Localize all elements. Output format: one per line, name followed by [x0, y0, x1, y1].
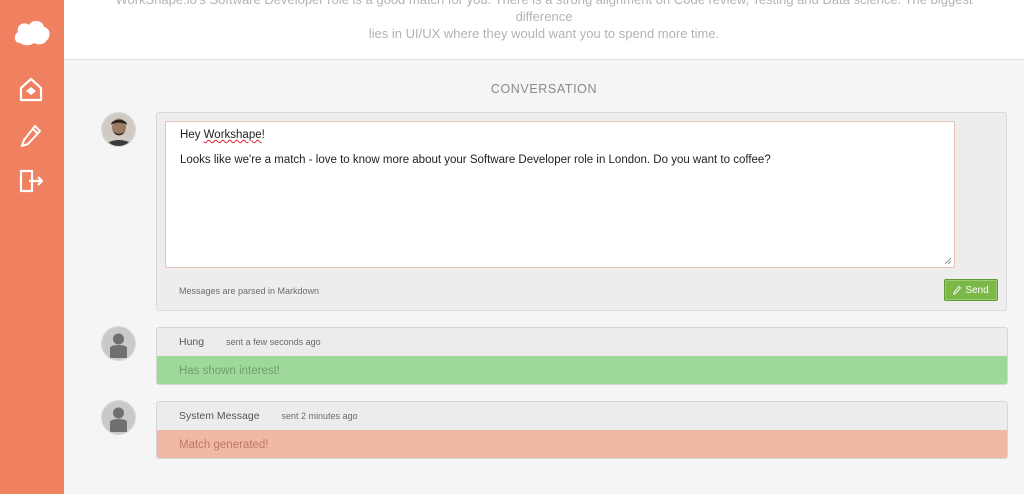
- message-author: Hung: [179, 336, 205, 348]
- logout-icon[interactable]: [17, 167, 45, 195]
- greeting-name: Workshape: [203, 129, 262, 141]
- pencil-icon: [953, 285, 962, 295]
- pencil-icon[interactable]: [17, 122, 45, 150]
- message-card: System Message sent 2 minutes ago Match …: [156, 401, 1008, 459]
- user-avatar: [101, 112, 136, 147]
- greeting-suffix: !: [261, 129, 265, 141]
- message-header: System Message sent 2 minutes ago: [157, 402, 1007, 430]
- match-summary-text: WorkShape.io's Software Developer role i…: [94, 0, 994, 42]
- message-card: Hung sent a few seconds ago Has shown in…: [156, 327, 1008, 385]
- hung-avatar: [101, 326, 136, 361]
- message-text: Match generated!: [157, 430, 1007, 458]
- message-greeting: Hey Workshape!: [180, 129, 940, 141]
- message-header: Hung sent a few seconds ago: [157, 328, 1007, 356]
- logo-icon[interactable]: [12, 16, 52, 48]
- message-body: Looks like we're a match - love to know …: [180, 154, 771, 166]
- match-summary-line-1: WorkShape.io's Software Developer role i…: [115, 0, 972, 24]
- match-summary-panel: WorkShape.io's Software Developer role i…: [64, 0, 1024, 60]
- conversation-title: CONVERSATION: [490, 82, 598, 96]
- person-placeholder-icon: [102, 401, 135, 434]
- match-summary-line-2: lies in UI/UX where they would want you …: [368, 26, 720, 41]
- greeting-prefix: Hey: [180, 129, 204, 141]
- system-avatar: [101, 400, 136, 435]
- resize-grip-icon[interactable]: [944, 257, 952, 265]
- compose-panel: Hey Workshape! Looks like we're a match …: [156, 112, 1007, 311]
- message-time: sent a few seconds ago: [226, 337, 321, 347]
- person-placeholder-icon: [102, 327, 135, 360]
- send-button[interactable]: Send: [944, 279, 998, 301]
- user-photo-icon: [102, 113, 135, 146]
- message-time: sent 2 minutes ago: [281, 411, 358, 421]
- sidebar: [0, 0, 64, 494]
- message-author: System Message: [179, 410, 260, 422]
- send-label: Send: [965, 284, 989, 296]
- message-text: Has shown interest!: [157, 356, 1007, 384]
- markdown-hint: Messages are parsed in Markdown: [179, 286, 320, 296]
- message-textarea[interactable]: Hey Workshape! Looks like we're a match …: [165, 121, 955, 268]
- inbox-icon[interactable]: [17, 76, 45, 104]
